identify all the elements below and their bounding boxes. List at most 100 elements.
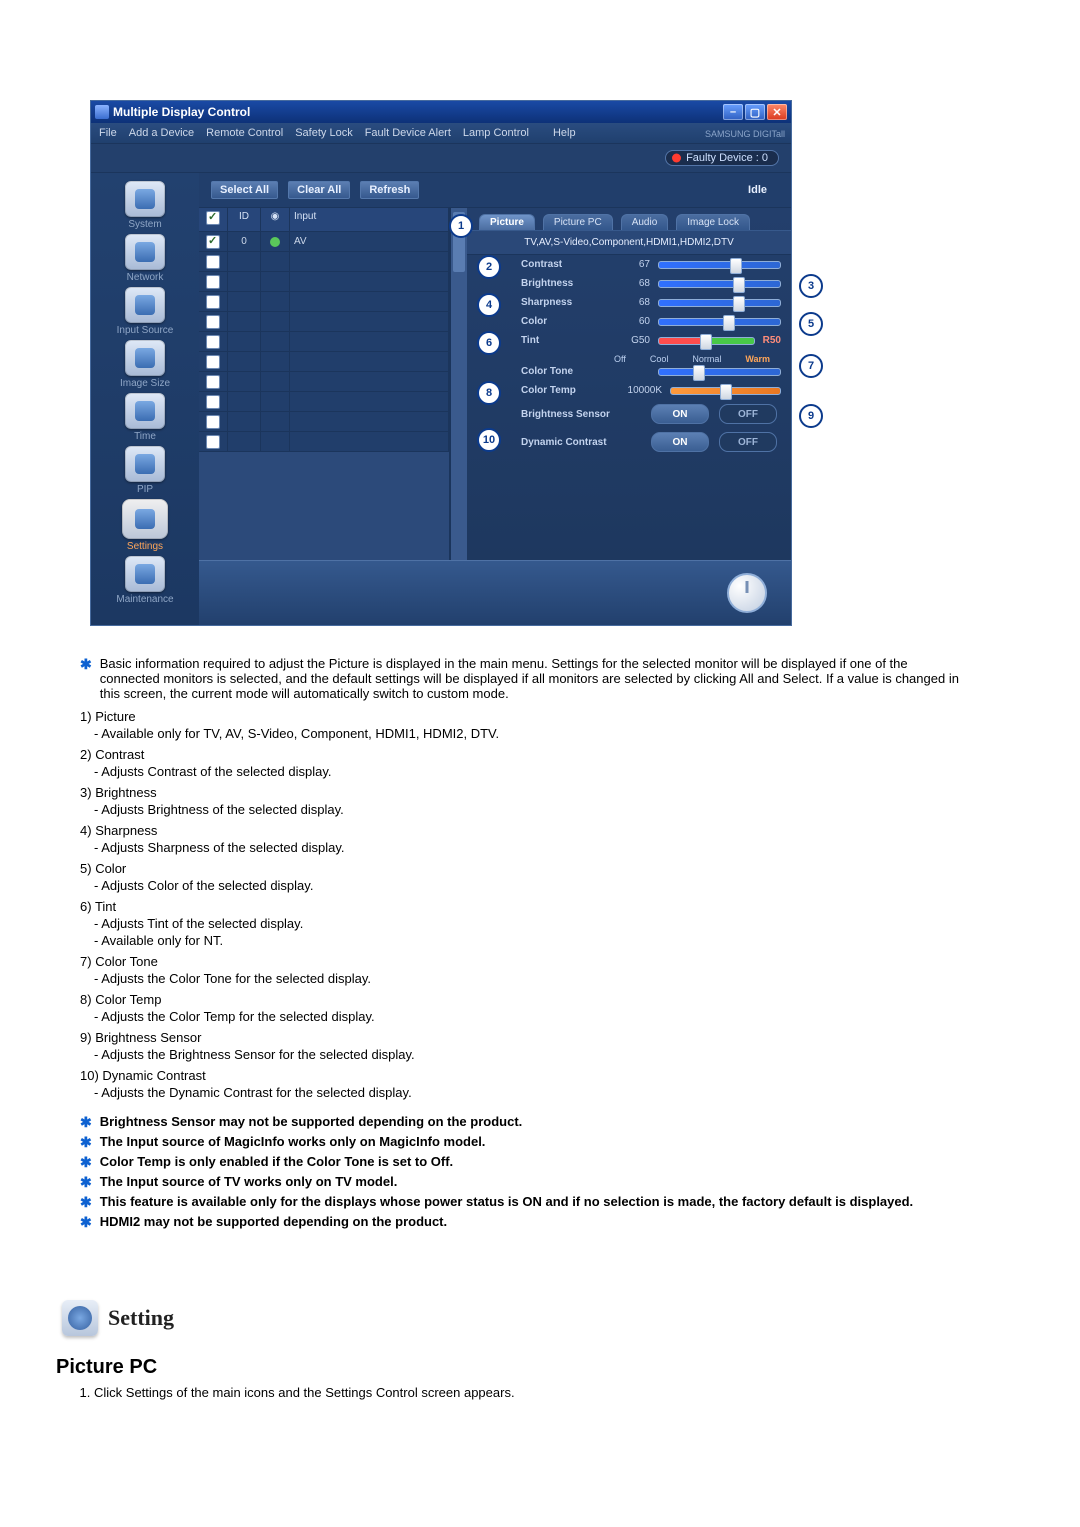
app-footer [199,560,791,625]
sidebar-item-system[interactable]: System [125,181,165,230]
star-icon: ✱ [80,1114,92,1130]
value-contrast: 67 [614,259,650,270]
slider-color-tone[interactable] [658,368,781,376]
tab-picture[interactable]: Picture [479,214,535,230]
row-checkbox[interactable] [206,255,220,269]
sidebar-item-time[interactable]: Time [125,393,165,442]
row-checkbox[interactable] [206,415,220,429]
row-checkbox[interactable] [206,295,220,309]
note: The Input source of MagicInfo works only… [100,1134,970,1150]
list-item: 3) Brightness- Adjusts Brightness of the… [80,785,970,817]
slider-color[interactable] [658,318,781,326]
row-checkbox[interactable] [206,275,220,289]
device-row [199,272,449,292]
row-checkbox[interactable] [206,435,220,449]
setting-cube-icon [62,1300,98,1336]
label-color-tone: Color Tone [521,366,606,377]
row-checkbox[interactable] [206,355,220,369]
tone-warm: Warm [745,354,770,364]
system-icon [125,181,165,217]
settings-tabs: Picture Picture PC Audio Image Lock [467,208,791,230]
settings-icon [122,499,168,539]
sidebar-item-maintenance[interactable]: Maintenance [116,556,173,605]
sidebar: System Network Input Source Image Size T… [91,173,199,625]
faulty-device-bar: Faulty Device : 0 [91,144,791,173]
note: Brightness Sensor may not be supported d… [100,1114,970,1130]
sidebar-item-image-size[interactable]: Image Size [120,340,170,389]
select-all-button[interactable]: Select All [211,181,278,199]
note: This feature is available only for the d… [100,1194,970,1210]
titlebar: Multiple Display Control – ▢ ✕ [91,101,791,123]
row-id: 0 [228,232,261,251]
row-brightness-sensor: Brightness Sensor ON OFF 9 [521,404,781,424]
sidebar-item-input-source[interactable]: Input Source [117,287,174,336]
clear-all-button[interactable]: Clear All [288,181,350,199]
list-item: 1) Picture- Available only for TV, AV, S… [80,709,970,741]
row-checkbox[interactable] [206,395,220,409]
dynamic-contrast-off[interactable]: OFF [719,432,777,452]
input-source-icon [125,287,165,323]
slider-contrast[interactable] [658,261,781,269]
sidebar-item-pip[interactable]: PIP [125,446,165,495]
value-sharpness: 68 [614,297,650,308]
callout-6: 6 [477,331,501,355]
section-title: Setting [108,1305,174,1331]
star-icon: ✱ [80,1154,92,1170]
menu-safety-lock[interactable]: Safety Lock [295,127,352,139]
tab-audio[interactable]: Audio [621,214,669,230]
device-table: ID ◉ Input 0 AV [199,208,450,560]
device-row [199,332,449,352]
tab-image-lock[interactable]: Image Lock [676,214,750,230]
menu-fault-device-alert[interactable]: Fault Device Alert [365,127,451,139]
row-tint: 6 Tint G50 R50 [521,335,781,346]
status-idle: Idle [748,184,779,196]
mdc-app-window: Multiple Display Control – ▢ ✕ File Add … [90,100,792,626]
slider-color-temp[interactable] [670,387,781,395]
subheading: Picture PC [56,1356,970,1379]
row-color: Color 60 5 [521,316,781,327]
callout-8: 8 [477,381,501,405]
row-checkbox[interactable] [206,335,220,349]
brightness-sensor-off[interactable]: OFF [719,404,777,424]
window-close-button[interactable]: ✕ [767,104,787,120]
brightness-sensor-on[interactable]: ON [651,404,709,424]
list-item: 9) Brightness Sensor- Adjusts the Bright… [80,1030,970,1062]
sidebar-item-network[interactable]: Network [125,234,165,283]
window-maximize-button[interactable]: ▢ [745,104,765,120]
device-row[interactable]: 0 AV [199,232,449,252]
slider-sharpness[interactable] [658,299,781,307]
menu-file[interactable]: File [99,127,117,139]
row-checkbox[interactable] [206,315,220,329]
sub-list-item: Click Settings of the main icons and the… [94,1385,970,1400]
window-minimize-button[interactable]: – [723,104,743,120]
power-icon[interactable] [727,573,767,613]
menu-help[interactable]: Help [553,127,576,139]
menu-add-device[interactable]: Add a Device [129,127,194,139]
row-checkbox[interactable] [206,235,220,249]
device-row [199,252,449,272]
numbered-list: 1) Picture- Available only for TV, AV, S… [80,709,970,1100]
label-sharpness: Sharpness [521,297,606,308]
note: Color Temp is only enabled if the Color … [100,1154,970,1170]
label-contrast: Contrast [521,259,606,270]
row-contrast: 2 Contrast 67 [521,259,781,270]
label-brightness-sensor: Brightness Sensor [521,409,641,420]
refresh-button[interactable]: Refresh [360,181,419,199]
tab-picture-pc[interactable]: Picture PC [543,214,613,230]
value-color-temp: 10000K [614,385,662,396]
list-item: 6) Tint- Adjusts Tint of the selected di… [80,899,970,948]
callout-7: 7 [799,354,823,378]
star-icon: ✱ [80,656,92,701]
slider-tint[interactable] [658,337,755,345]
menu-lamp-control[interactable]: Lamp Control [463,127,529,139]
list-item: 10) Dynamic Contrast- Adjusts the Dynami… [80,1068,970,1100]
sidebar-item-settings[interactable]: Settings [122,499,168,552]
dynamic-contrast-on[interactable]: ON [651,432,709,452]
header-checkbox[interactable] [206,211,220,225]
row-brightness: Brightness 68 3 [521,278,781,289]
callout-4: 4 [477,293,501,317]
menu-remote-control[interactable]: Remote Control [206,127,283,139]
slider-brightness[interactable] [658,280,781,288]
row-checkbox[interactable] [206,375,220,389]
scrollbar[interactable] [450,208,467,560]
